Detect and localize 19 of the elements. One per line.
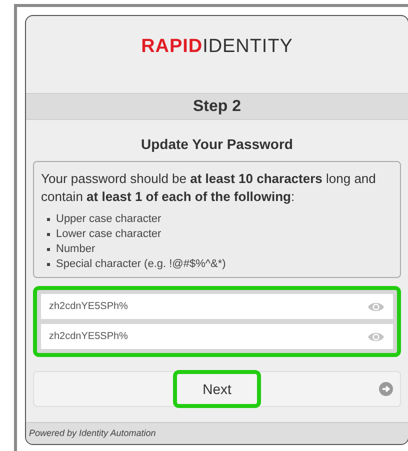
logo: RAPIDIDENTITY [141,35,293,59]
requirement-item: Upper case character [56,212,162,226]
next-button[interactable]: Next [173,370,261,408]
step-bar: Step 2 [26,93,408,120]
eye-icon[interactable] [367,300,385,312]
eye-icon[interactable] [367,330,385,342]
bullet-icon [47,262,50,266]
password-field[interactable]: zh2cdnYE5SPh% [41,294,393,319]
footer-text: Powered by Identity Automation [29,426,156,440]
page-heading: Update Your Password [140,135,294,154]
requirement-item: Number [56,242,96,256]
arrow-right-icon[interactable] [379,382,393,396]
password-field[interactable]: zh2cdnYE5SPh% [41,324,393,349]
bullet-icon [47,232,50,236]
requirement-item: Special character (e.g. !@#$%^&*) [56,257,226,271]
requirements-text: Your password should be at least 10 characters long and contain at least 1 of each of the following: [41,170,377,206]
requirement-item: Lower case character [56,227,162,241]
bullet-icon [47,248,50,250]
bullet-icon [47,218,50,220]
